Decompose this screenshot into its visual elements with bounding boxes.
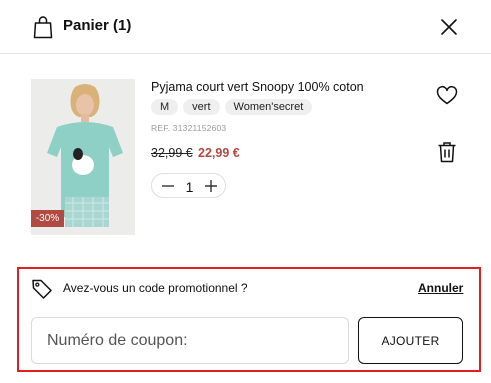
product-tags: M vert Women'secret <box>151 99 313 115</box>
plus-icon[interactable] <box>203 178 219 194</box>
discount-badge: -30% <box>31 210 64 227</box>
tag-brand: Women'secret <box>224 99 313 115</box>
cancel-link[interactable]: Annuler <box>418 281 463 295</box>
promo-question: Avez-vous un code promotionnel ? <box>63 281 248 295</box>
coupon-input[interactable] <box>31 317 349 364</box>
heart-icon[interactable] <box>436 85 458 105</box>
close-icon[interactable] <box>438 16 460 38</box>
quantity-stepper: 1 <box>151 173 226 198</box>
cart-title: Panier (1) <box>63 17 132 34</box>
original-price: 32,99 € <box>151 146 193 160</box>
trash-icon[interactable] <box>437 141 457 163</box>
shopping-bag-icon <box>33 16 53 39</box>
add-coupon-button[interactable]: AJOUTER <box>358 317 463 364</box>
product-name[interactable]: Pyjama court vert Snoopy 100% coton <box>151 80 364 94</box>
tag-size: M <box>151 99 179 115</box>
product-ref: REF. 31321152603 <box>151 123 227 133</box>
tag-color: vert <box>183 99 220 115</box>
cart-header: Panier (1) <box>0 0 491 54</box>
price-tag-icon <box>32 279 52 299</box>
sale-price: 22,99 € <box>198 146 240 160</box>
